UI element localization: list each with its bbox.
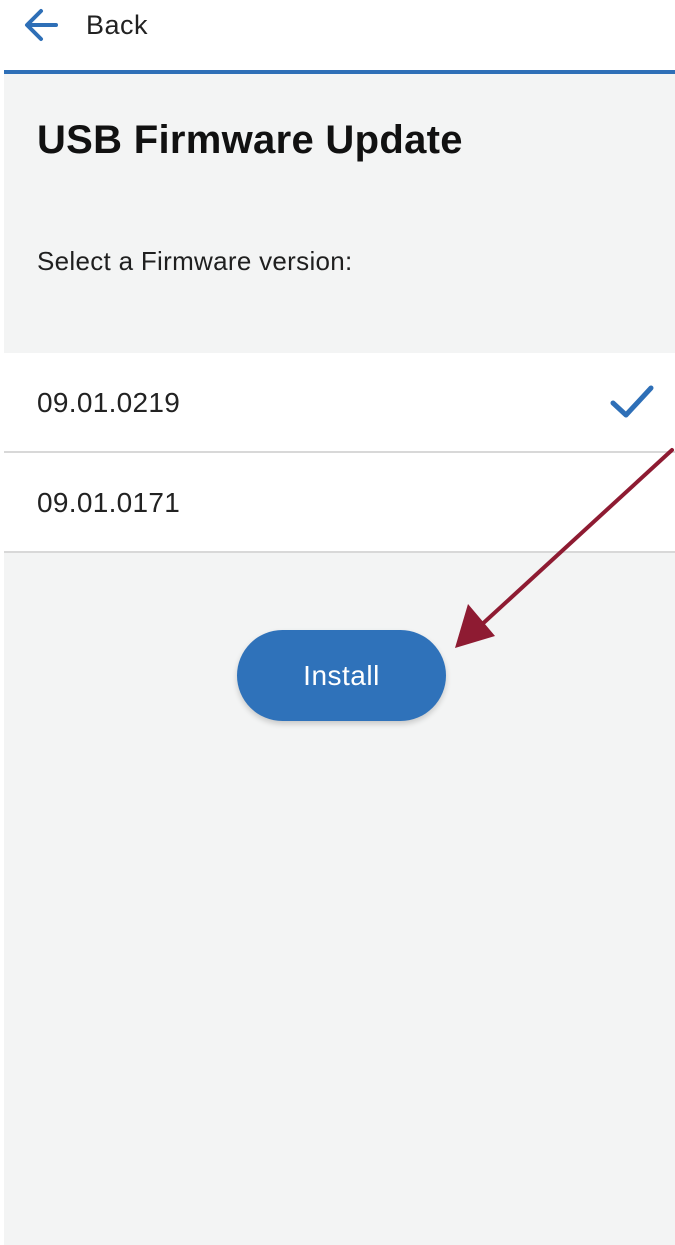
back-label: Back	[86, 9, 149, 40]
arrow-left-icon	[25, 9, 58, 41]
page-title: USB Firmware Update	[37, 118, 463, 162]
main-panel: USB Firmware Update Select a Firmware ve…	[4, 70, 675, 1245]
firmware-version-label: 09.01.0219	[37, 387, 181, 418]
firmware-option-09-01-0171[interactable]: 09.01.0171	[4, 453, 675, 553]
checkmark-icon	[610, 385, 654, 418]
back-button[interactable]: Back	[22, 4, 148, 46]
firmware-version-list: 09.01.0219 09.01.0171	[4, 353, 675, 553]
firmware-version-label: 09.01.0171	[37, 487, 181, 518]
select-prompt: Select a Firmware version:	[37, 246, 353, 276]
install-button[interactable]: Install	[237, 630, 446, 721]
firmware-option-09-01-0219[interactable]: 09.01.0219	[4, 353, 675, 453]
app-screen: Back USB Firmware Update Select a Firmwa…	[0, 0, 675, 1245]
top-bar: Back	[0, 0, 675, 70]
